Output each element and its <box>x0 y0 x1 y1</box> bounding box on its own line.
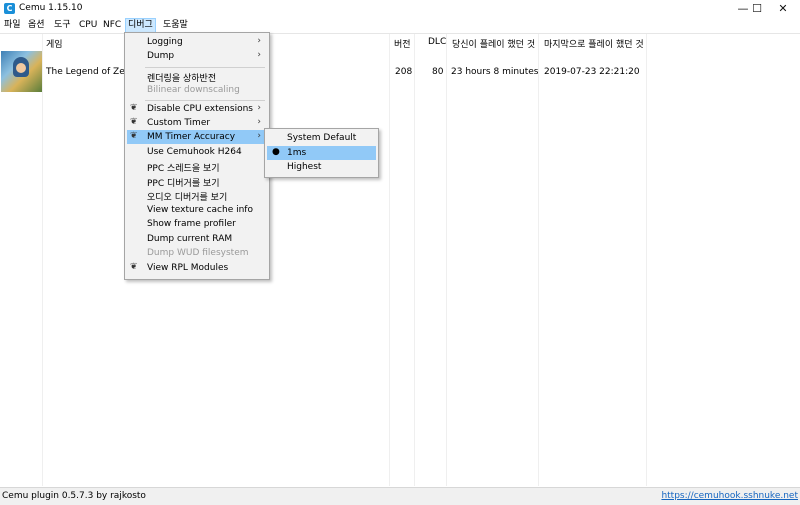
menu-label: Custom Timer <box>147 118 211 128</box>
menu-label: Show frame profiler <box>147 219 236 229</box>
menu-separator <box>145 100 265 101</box>
column-divider <box>42 34 43 486</box>
column-divider <box>538 34 539 486</box>
menu-label: Dump <box>147 51 175 61</box>
cemuhook-link[interactable]: https://cemuhook.sshnuke.net <box>661 491 798 501</box>
column-dlc[interactable]: DLC <box>428 37 446 47</box>
game-list-header: 게임 버전 DLC 당신이 플레이 했던 것 마지막으로 플레이 했던 것 <box>0 34 800 50</box>
menu-label: View RPL Modules <box>147 263 229 273</box>
chevron-right-icon: › <box>257 103 261 113</box>
menu-label: System Default <box>287 133 357 143</box>
game-version: 208 <box>395 67 413 77</box>
debug-dropdown-menu: Logging › Dump › 렌더링을 상하반전 Bilinear down… <box>124 32 270 280</box>
debug-texture-cache-info[interactable]: View texture cache info <box>127 203 267 217</box>
column-last-played[interactable]: 마지막으로 플레이 했던 것 <box>544 37 644 50</box>
menu-separator <box>145 67 265 68</box>
debug-frame-profiler[interactable]: Show frame profiler <box>127 217 267 231</box>
menu-debug[interactable]: 디버그 <box>125 18 156 33</box>
menu-label: PPC 스레드을 보기 <box>147 164 220 174</box>
chevron-right-icon: › <box>257 50 261 60</box>
debug-dump-wud: Dump WUD filesystem <box>127 246 267 260</box>
column-game[interactable]: 게임 <box>46 37 63 50</box>
debug-bilinear-downscaling: Bilinear downscaling <box>127 83 267 97</box>
debug-dump[interactable]: Dump › <box>127 49 267 63</box>
mm-timer-submenu: System Default ● 1ms Highest <box>264 128 379 178</box>
menu-options[interactable]: 옵션 <box>26 19 47 32</box>
column-divider <box>389 34 390 486</box>
menu-tools[interactable]: 도구 <box>52 19 73 32</box>
menu-label: Use Cemuhook H264 <box>147 147 242 157</box>
debug-view-rpl-modules[interactable]: ❦ View RPL Modules <box>127 261 267 275</box>
debug-ppc-threads[interactable]: PPC 스레드을 보기 <box>127 159 267 174</box>
cemu-app-icon: C <box>4 3 15 14</box>
menu-cpu[interactable]: CPU <box>77 19 99 32</box>
radio-bullet-icon: ● <box>272 147 280 157</box>
chevron-right-icon: › <box>257 36 261 46</box>
menu-nfc[interactable]: NFC <box>101 19 123 32</box>
window-title: Cemu 1.15.10 <box>19 3 83 13</box>
menu-label: Dump WUD filesystem <box>147 248 249 258</box>
menu-label: 오디오 디버거를 보기 <box>147 193 228 203</box>
menu-label: View texture cache info <box>147 205 253 215</box>
column-divider <box>446 34 447 486</box>
menu-label: MM Timer Accuracy <box>147 132 236 142</box>
menu-file[interactable]: 파일 <box>2 19 23 32</box>
game-last-played: 2019-07-23 22:21:20 <box>544 67 640 77</box>
timer-1ms[interactable]: ● 1ms <box>267 146 376 160</box>
plugin-status-text: Cemu plugin 0.5.7.3 by rajkosto <box>2 491 146 501</box>
timer-system-default[interactable]: System Default <box>267 131 376 145</box>
chevron-right-icon: › <box>257 131 261 141</box>
game-time-played: 23 hours 8 minutes <box>451 67 539 77</box>
game-dlc: 80 <box>432 67 444 77</box>
debug-ppc-debugger[interactable]: PPC 디버거를 보기 <box>127 174 267 189</box>
debug-mm-timer-accuracy[interactable]: ❦ MM Timer Accuracy › <box>127 130 267 144</box>
timer-highest[interactable]: Highest <box>267 160 376 174</box>
menu-label: Logging <box>147 37 183 47</box>
menu-label: Dump current RAM <box>147 234 233 244</box>
chevron-right-icon: › <box>257 117 261 127</box>
debug-dump-ram[interactable]: Dump current RAM <box>127 232 267 246</box>
debug-disable-cpu-ext[interactable]: ❦ Disable CPU extensions › <box>127 102 267 116</box>
menu-label: 1ms <box>287 148 307 158</box>
status-bar: Cemu plugin 0.5.7.3 by rajkosto https://… <box>0 487 800 505</box>
column-divider <box>414 34 415 486</box>
debug-logging[interactable]: Logging › <box>127 35 267 49</box>
debug-cemuhook-h264[interactable]: Use Cemuhook H264 <box>127 145 267 159</box>
menu-help[interactable]: 도움말 <box>161 19 190 32</box>
close-button[interactable]: ✕ <box>766 0 800 17</box>
game-cover-icon <box>1 51 42 92</box>
debug-flip-render[interactable]: 렌더링을 상하반전 <box>127 69 267 84</box>
debug-audio-debugger[interactable]: 오디오 디버거를 보기 <box>127 188 267 203</box>
hook-icon: ❦ <box>130 103 138 113</box>
menu-label: Highest <box>287 162 322 172</box>
menu-label: Bilinear downscaling <box>147 85 240 95</box>
column-divider <box>646 34 647 486</box>
hook-icon: ❦ <box>130 131 138 141</box>
hook-icon: ❦ <box>130 262 138 272</box>
title-bar: C Cemu 1.15.10 — ☐ ✕ <box>0 0 800 17</box>
menu-label: Disable CPU extensions <box>147 104 253 114</box>
menu-bar: 파일 옵션 도구 CPU NFC 디버그 도움말 <box>0 17 800 34</box>
column-version[interactable]: 버전 <box>394 37 411 50</box>
column-time-played[interactable]: 당신이 플레이 했던 것 <box>452 37 535 50</box>
debug-custom-timer[interactable]: ❦ Custom Timer › <box>127 116 267 130</box>
hook-icon: ❦ <box>130 117 138 127</box>
